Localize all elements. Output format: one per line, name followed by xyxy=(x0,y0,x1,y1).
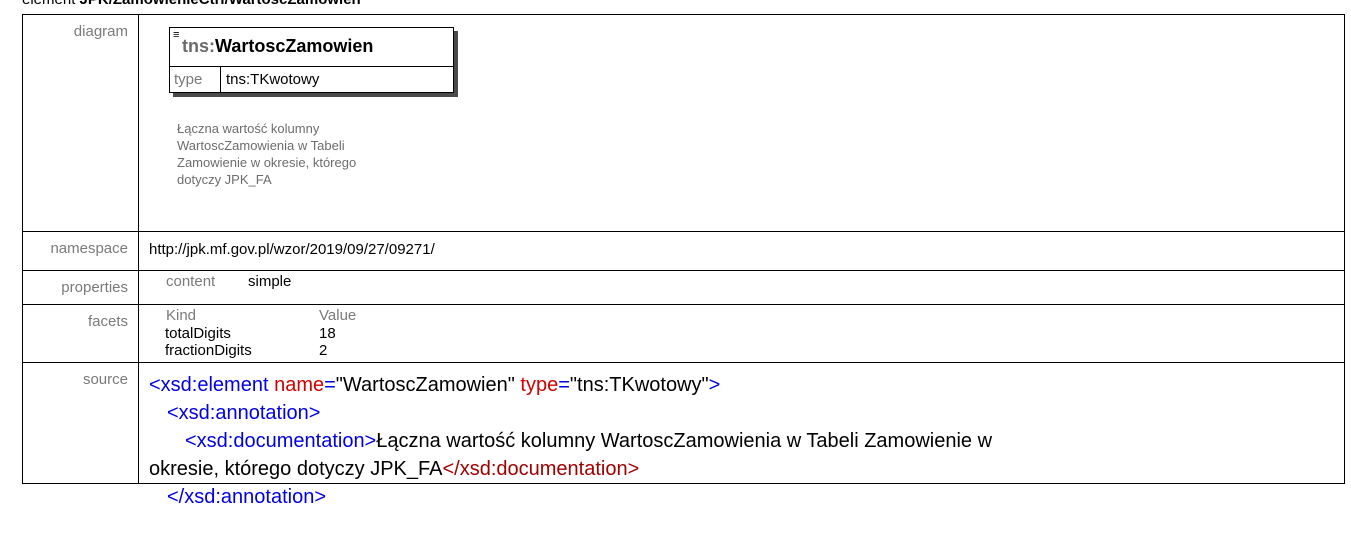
page-heading: element JPK/ZamowienieCtrl/WartoscZamowi… xyxy=(22,0,361,8)
xml-text: Łączna wartość kolumny WartoscZamowienia… xyxy=(376,430,993,452)
diagram-label: diagram xyxy=(22,14,139,232)
doc-line: WartoscZamowienia w Tabeli xyxy=(177,138,345,153)
element-list-icon: ≡ xyxy=(173,29,180,41)
source-code: <xsd:element name="WartoscZamowien" type… xyxy=(149,371,1284,511)
diagram-element-name: tns:WartoscZamowien xyxy=(182,36,373,57)
xml-tag: <xsd:annotation> xyxy=(167,402,321,424)
xml-value: "WartoscZamowien" xyxy=(335,374,515,396)
namespace-label: namespace xyxy=(22,231,139,271)
source-row: source <xsd:element name="WartoscZamowie… xyxy=(22,362,1345,508)
facet-kind: totalDigits xyxy=(165,325,231,342)
xml-value: "tns:TKwotowy" xyxy=(569,374,709,396)
namespace-row: namespace http://jpk.mf.gov.pl/wzor/2019… xyxy=(22,231,1345,271)
properties-cell: content simple xyxy=(138,270,1345,305)
xml-attr: type xyxy=(520,374,559,396)
heading-prefix: element xyxy=(22,0,80,8)
xml-close-tag: </xsd:documentation> xyxy=(442,458,640,480)
source-line: <xsd:annotation> xyxy=(149,399,1284,427)
diagram-type-label: type xyxy=(174,71,203,88)
xml-text: okresie, którego dotyczy JPK_FA xyxy=(149,458,443,480)
source-cell: <xsd:element name="WartoscZamowien" type… xyxy=(138,362,1345,508)
xml-tag: <xsd:documentation> xyxy=(185,430,377,452)
facets-kind-header: Kind xyxy=(166,307,197,324)
doc-line: Łączna wartość kolumny xyxy=(177,121,320,136)
namespace-value: http://jpk.mf.gov.pl/wzor/2019/09/27/092… xyxy=(138,231,1345,271)
source-line: </xsd:annotation> xyxy=(149,483,1284,511)
diagram-documentation: Łączna wartość kolumny WartoscZamowienia… xyxy=(177,120,407,188)
heading-path: JPK/ZamowienieCtrl/WartoscZamowien xyxy=(80,0,361,8)
doc-line: dotyczy JPK_FA xyxy=(177,172,272,187)
element-diagram-box[interactable]: ≡ tns:WartoscZamowien type tns:TKwotowy xyxy=(169,27,454,93)
diagram-type-divider xyxy=(220,66,221,92)
diagram-separator xyxy=(170,66,453,67)
diagram-prefix: tns: xyxy=(182,36,215,56)
facets-value-header: Value xyxy=(319,307,357,324)
facet-value: 18 xyxy=(319,325,336,342)
xml-tag: </xsd:annotation> xyxy=(167,486,327,508)
facets-label: facets xyxy=(22,304,139,363)
facet-kind: fractionDigits xyxy=(165,342,252,359)
diagram-type-value[interactable]: tns:TKwotowy xyxy=(226,71,319,88)
diagram-cell: ≡ tns:WartoscZamowien type tns:TKwotowy … xyxy=(138,14,1345,232)
xml-tag-end: > xyxy=(708,374,721,396)
facets-cell: Kind Value totalDigits 18 fractionDigits… xyxy=(138,304,1345,363)
facets-row: facets Kind Value totalDigits 18 fractio… xyxy=(22,304,1345,363)
properties-value: simple xyxy=(248,273,292,290)
properties-key: content xyxy=(166,273,216,290)
xml-tag: <xsd:element xyxy=(149,374,269,396)
properties-row: properties content simple xyxy=(22,270,1345,305)
diagram-row: diagram ≡ tns:WartoscZamowien type tns:T… xyxy=(22,14,1345,232)
element-details-table: diagram ≡ tns:WartoscZamowien type tns:T… xyxy=(22,14,1345,508)
source-line: <xsd:documentation>Łączna wartość kolumn… xyxy=(149,427,1284,455)
diagram-name: WartoscZamowien xyxy=(215,36,374,56)
facet-value: 2 xyxy=(319,342,328,359)
properties-label: properties xyxy=(22,270,139,305)
xml-attr: name xyxy=(274,374,325,396)
source-label: source xyxy=(22,362,139,484)
source-line: okresie, którego dotyczy JPK_FA</xsd:doc… xyxy=(149,455,1284,483)
doc-line: Zamowienie w okresie, którego xyxy=(177,155,357,170)
source-line: <xsd:element name="WartoscZamowien" type… xyxy=(149,374,721,396)
